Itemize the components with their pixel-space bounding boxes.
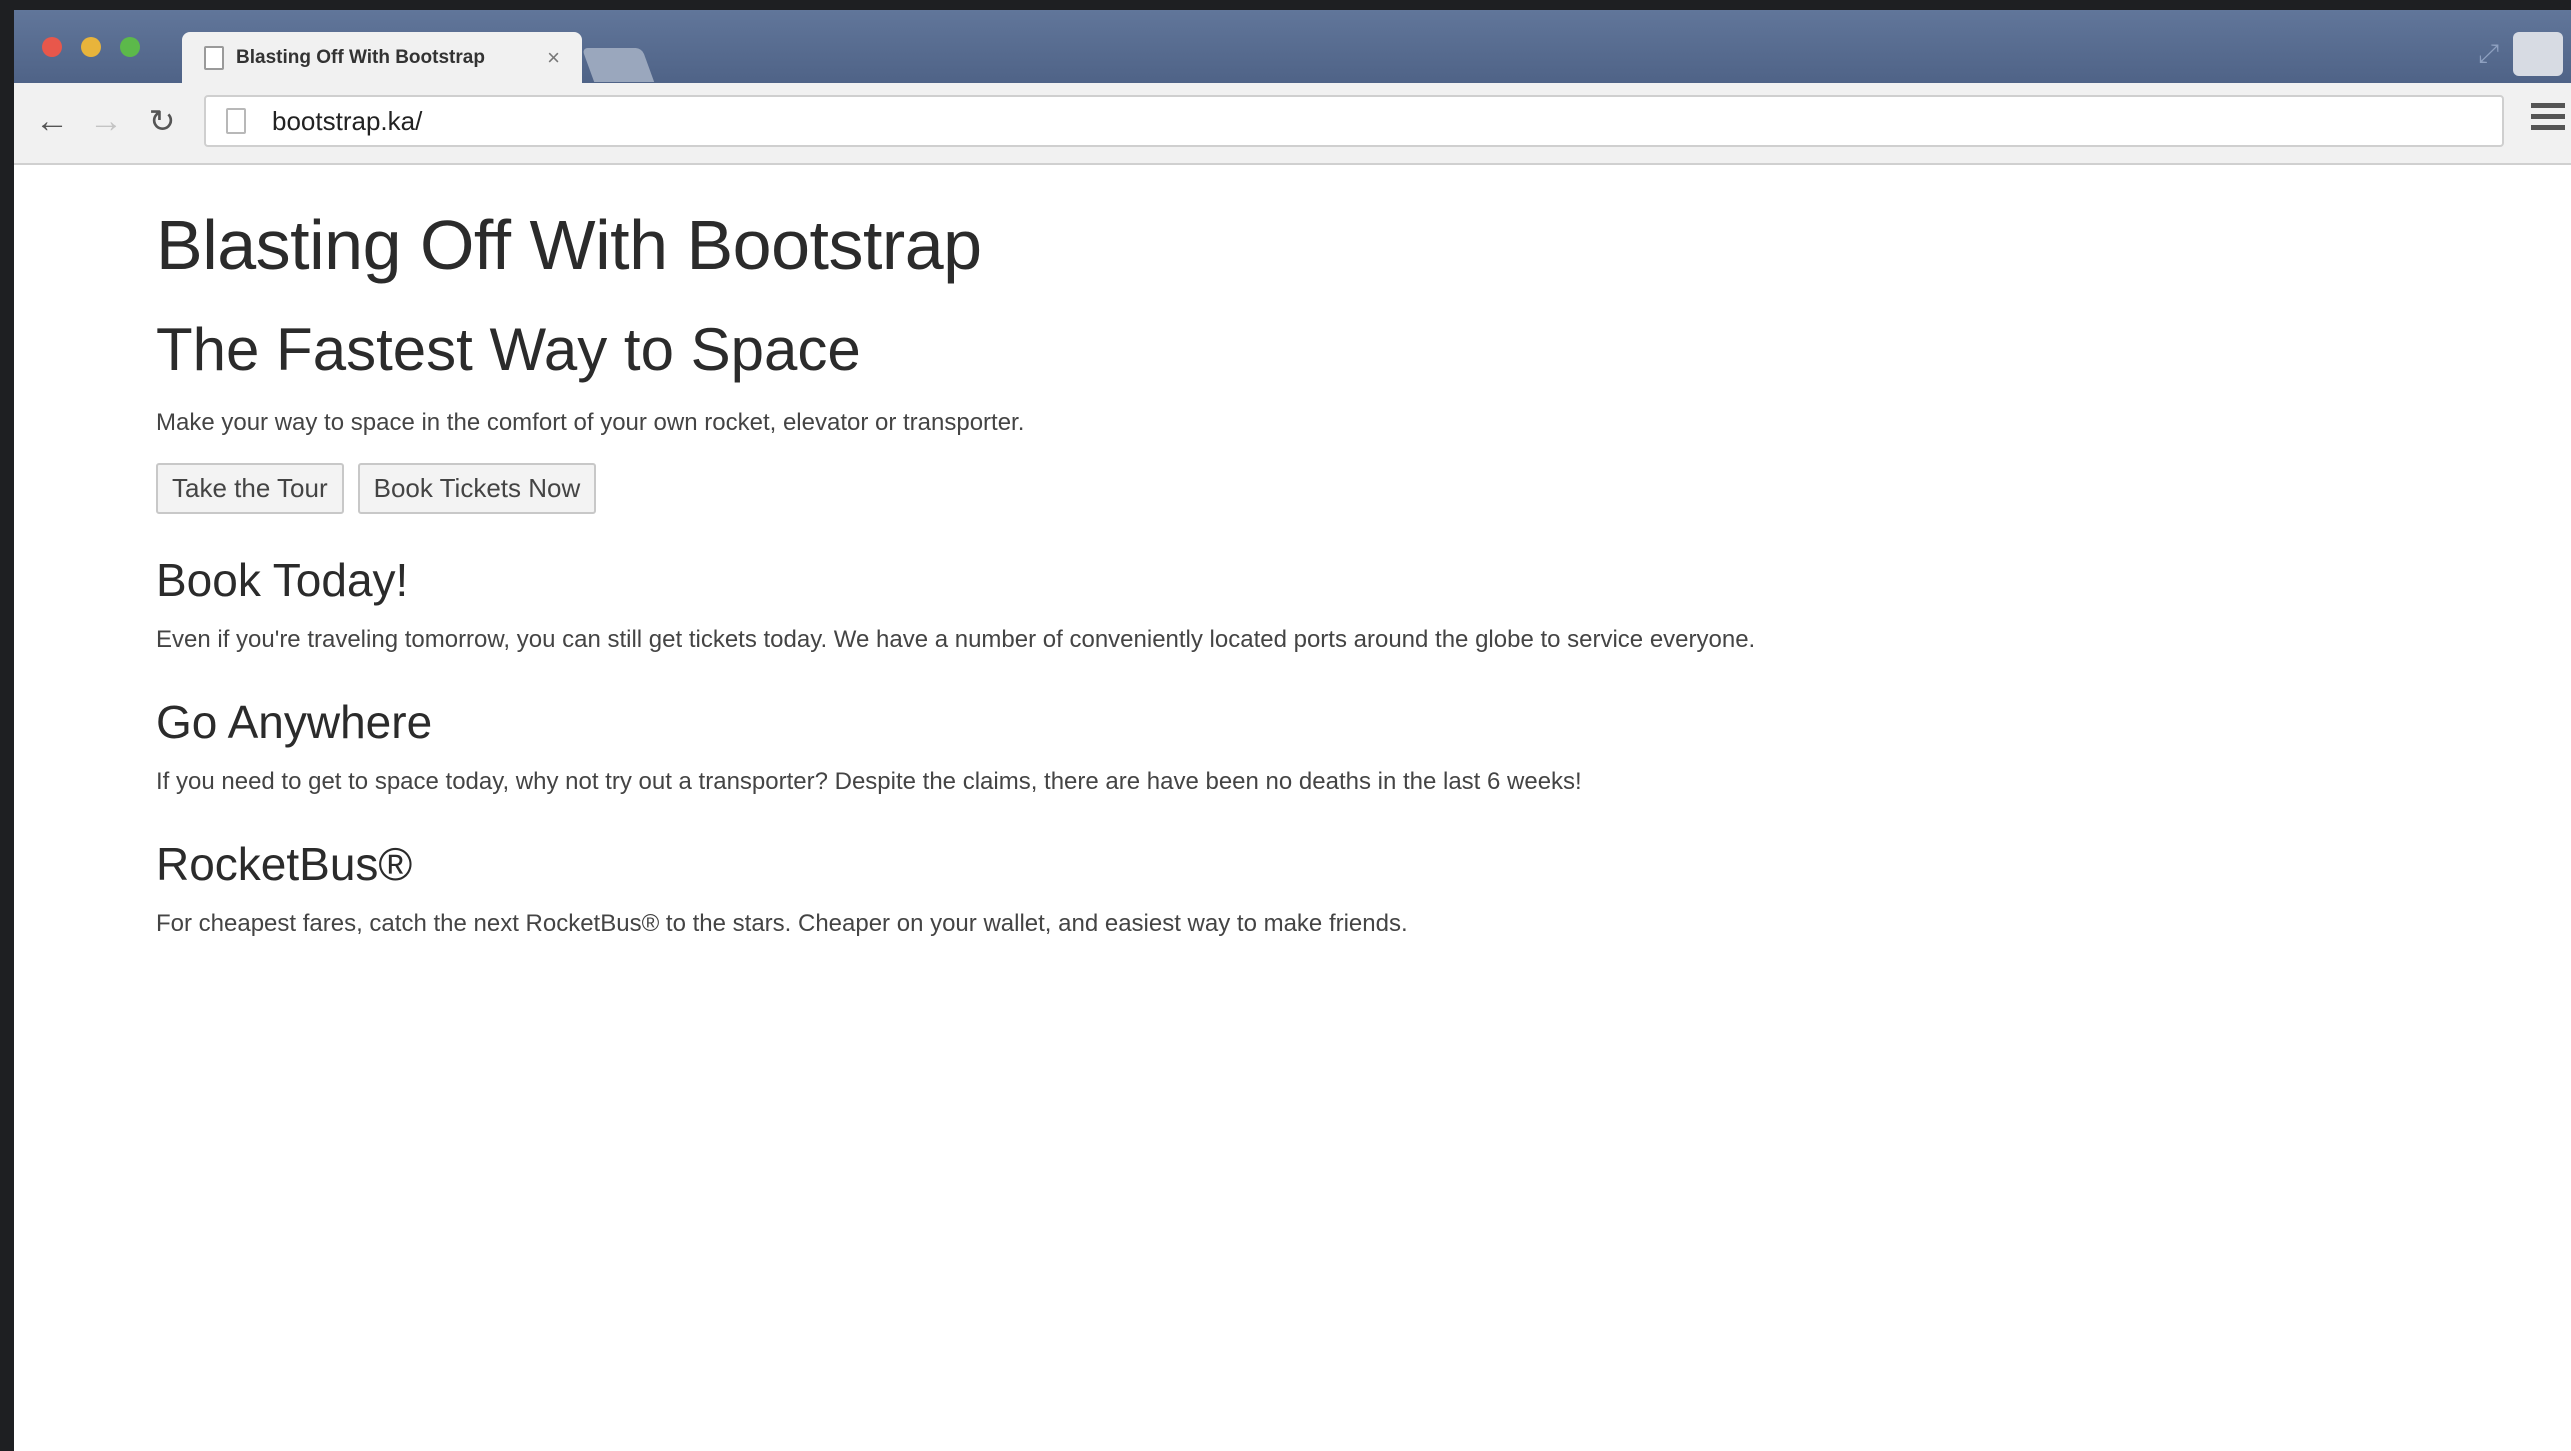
minimize-window-button[interactable]: [81, 37, 101, 57]
tab-close-icon[interactable]: ×: [547, 45, 560, 71]
tab-strip: Blasting Off With Bootstrap × ⤢: [14, 10, 2571, 83]
address-bar[interactable]: bootstrap.ka/: [204, 95, 2504, 147]
page-favicon-icon: [204, 45, 224, 70]
profile-icon[interactable]: [2513, 32, 2563, 76]
go-anywhere-section: Go Anywhere If you need to get to space …: [156, 694, 2456, 798]
section-text: Even if you're traveling tomorrow, you c…: [156, 626, 1756, 653]
section-heading: Book Today!: [156, 554, 409, 606]
hero-section: The Fastest Way to Space Make your way t…: [156, 315, 2456, 514]
page-title: Blasting Off With Bootstrap: [156, 206, 982, 284]
browser-toolbar: ← → ↻ bootstrap.ka/: [14, 83, 2571, 165]
tab-title: Blasting Off With Bootstrap: [236, 46, 485, 68]
back-arrow-icon[interactable]: ←: [32, 101, 72, 141]
section-heading: RocketBus®: [156, 838, 413, 890]
maximize-window-button[interactable]: [120, 37, 140, 57]
hero-buttons: Take the Tour Book Tickets Now: [156, 463, 2456, 514]
section-text: If you need to get to space today, why n…: [156, 768, 1582, 795]
book-tickets-now-button[interactable]: Book Tickets Now: [357, 463, 597, 514]
fullscreen-icon[interactable]: ⤢: [2478, 38, 2499, 70]
hero-heading: The Fastest Way to Space: [156, 316, 861, 383]
page-icon: [226, 108, 246, 134]
book-today-section: Book Today! Even if you're traveling tom…: [156, 552, 2456, 656]
section-text: For cheapest fares, catch the next Rocke…: [156, 910, 1408, 937]
reload-icon[interactable]: ↻: [142, 101, 182, 141]
url-text[interactable]: bootstrap.ka/: [272, 106, 422, 137]
forward-arrow-icon[interactable]: →: [86, 101, 126, 141]
close-window-button[interactable]: [42, 37, 62, 57]
hamburger-menu-icon[interactable]: [2531, 103, 2565, 136]
page-content: Blasting Off With Bootstrap The Fastest …: [156, 165, 2456, 940]
browser-tab[interactable]: Blasting Off With Bootstrap ×: [182, 32, 582, 83]
new-tab-button[interactable]: [581, 48, 655, 82]
browser-window: Blasting Off With Bootstrap × ⤢ ← → ↻ bo…: [14, 10, 2571, 1451]
hero-text: Make your way to space in the comfort of…: [156, 409, 1025, 436]
rocketbus-section: RocketBus® For cheapest fares, catch the…: [156, 836, 2456, 940]
take-the-tour-button[interactable]: Take the Tour: [156, 463, 344, 514]
section-heading: Go Anywhere: [156, 696, 433, 748]
